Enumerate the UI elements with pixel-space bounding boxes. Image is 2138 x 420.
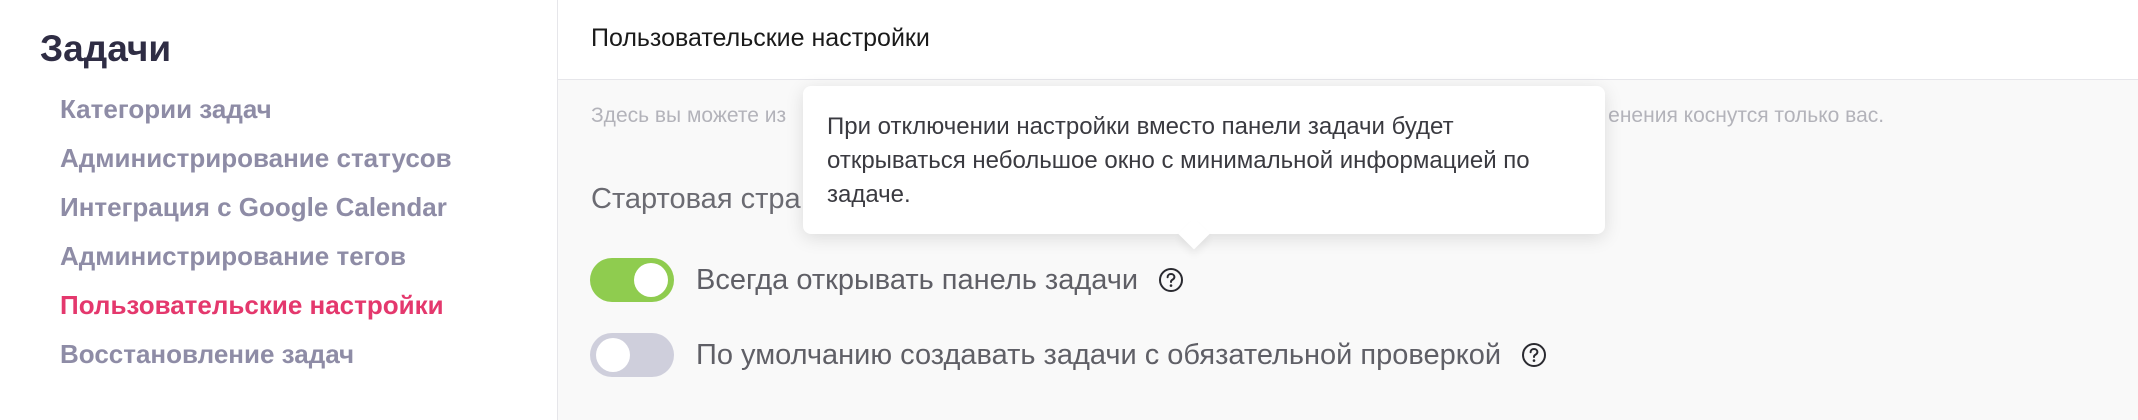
description-start: Здесь вы можете из xyxy=(591,104,787,127)
tooltip-arrow xyxy=(1178,218,1210,250)
help-tooltip: При отключении настройки вместо панели з… xyxy=(803,86,1605,250)
sidebar-item-status-admin[interactable]: Администрирование статусов xyxy=(60,137,452,186)
toggle-knob xyxy=(634,263,668,297)
page-title: Пользовательские настройки xyxy=(591,24,930,52)
sidebar-title: Задачи xyxy=(40,28,172,69)
sidebar: Задачи Категории задач Администрирование… xyxy=(0,0,558,420)
question-circle-icon[interactable] xyxy=(1521,342,1547,368)
setting-label: По умолчанию создавать задачи с обязател… xyxy=(696,338,1502,371)
setting-always-open-panel: Всегда открывать панель задачи xyxy=(590,258,1184,302)
sidebar-item-user-settings[interactable]: Пользовательские настройки xyxy=(60,284,452,333)
tooltip-text: При отключении настройки вместо панели з… xyxy=(827,113,1530,208)
sidebar-item-google-calendar[interactable]: Интеграция с Google Calendar xyxy=(60,186,452,235)
sidebar-item-tags-admin[interactable]: Администрирование тегов xyxy=(60,235,452,284)
toggle-knob xyxy=(596,338,630,372)
setting-default-mandatory-review: По умолчанию создавать задачи с обязател… xyxy=(590,333,1547,377)
mandatory-review-toggle[interactable] xyxy=(590,333,674,377)
description-end: енения коснутся только вас. xyxy=(1608,104,1885,127)
app-window: Задачи Категории задач Администрирование… xyxy=(0,0,2138,420)
setting-label: Всегда открывать панель задачи xyxy=(696,263,1139,296)
sidebar-item-task-recovery[interactable]: Восстановление задач xyxy=(60,333,452,382)
main-header: Пользовательские настройки xyxy=(558,0,2138,80)
start-page-section-label: Стартовая стра xyxy=(591,183,801,215)
sidebar-nav: Категории задач Администрирование статус… xyxy=(60,88,452,382)
always-open-panel-toggle[interactable] xyxy=(590,258,674,302)
main-content: Пользовательские настройки Здесь вы може… xyxy=(558,0,2138,420)
sidebar-item-task-categories[interactable]: Категории задач xyxy=(60,88,452,137)
question-circle-icon[interactable] xyxy=(1158,267,1184,293)
